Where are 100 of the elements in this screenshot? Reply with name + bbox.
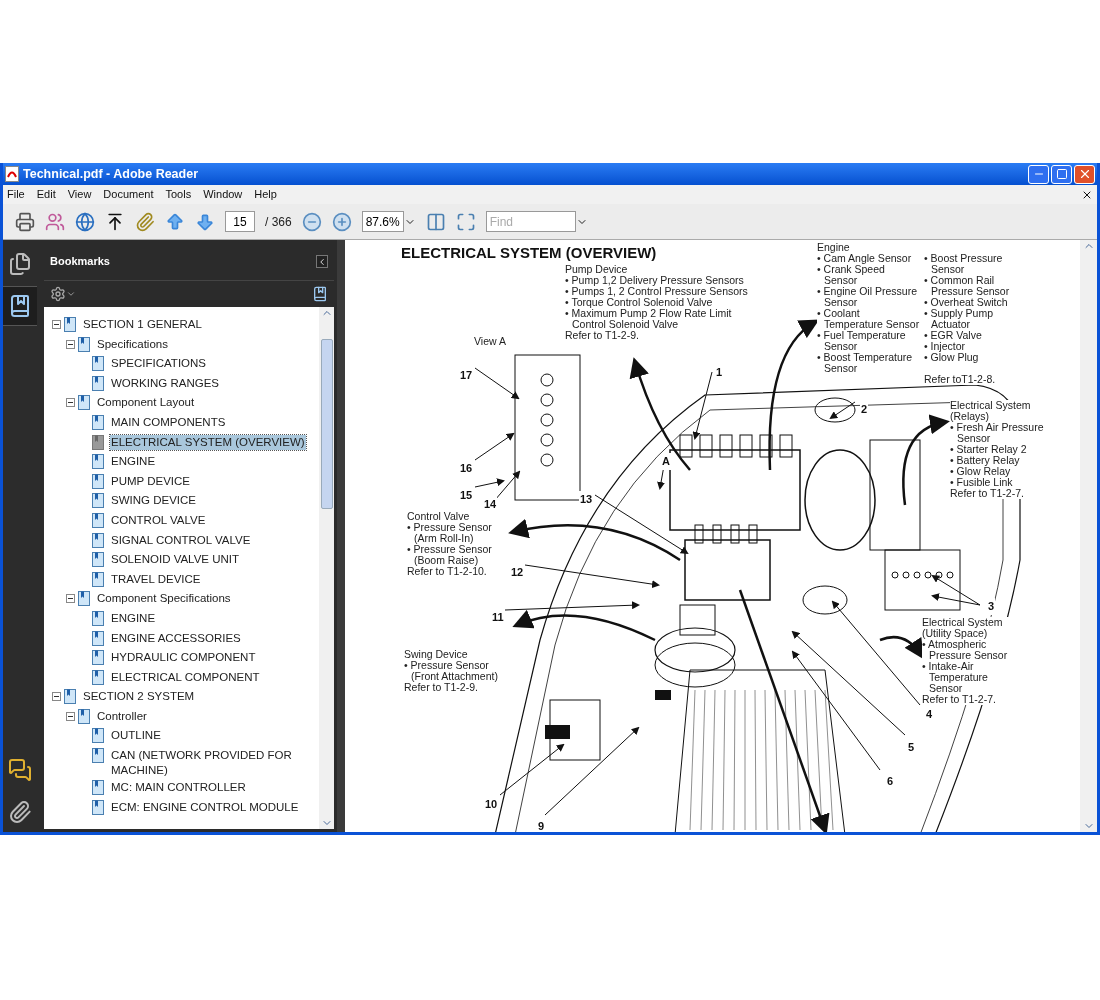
bookmark-icon	[78, 336, 90, 352]
bookmark-item[interactable]: ENGINE	[110, 454, 157, 470]
bookmark-item[interactable]: ENGINE ACCESSORIES	[110, 630, 242, 646]
callout-reference: Refer toT1-2-8.	[924, 374, 997, 385]
callout-bullet: • Overheat Switch	[924, 297, 1009, 308]
window-title: Technical.pdf - Adobe Reader	[23, 165, 199, 183]
bookmark-icon	[92, 552, 104, 568]
bookmark-item[interactable]: SWING DEVICE	[110, 493, 197, 509]
collapse-icon[interactable]	[66, 398, 75, 408]
page-number-field[interactable]: 15	[225, 211, 255, 232]
bookmark-item[interactable]: PUMP DEVICE	[110, 473, 192, 489]
bookmark-item[interactable]: Component Specifications	[96, 591, 232, 607]
callout-bullet: • Pumps 1, 2 Control Pressure Sensors	[565, 286, 749, 297]
bookmark-item[interactable]: Specifications	[96, 336, 169, 352]
callout-reference: Refer to T1-2-7.	[950, 488, 1025, 499]
globe-icon[interactable]	[75, 211, 95, 232]
pages-icon	[8, 252, 32, 276]
paperclip-icon[interactable]	[135, 211, 155, 232]
previous-page-icon[interactable]	[165, 211, 185, 232]
collapse-icon[interactable]	[52, 692, 61, 702]
bookmark-icon	[92, 493, 104, 509]
bookmark-item[interactable]: ELECTRICAL COMPONENT	[110, 669, 261, 685]
bookmark-item[interactable]: ENGINE	[110, 610, 157, 626]
collapse-icon[interactable]	[66, 711, 75, 721]
collapse-icon[interactable]	[66, 594, 75, 604]
callout-title: Engine	[817, 242, 851, 253]
bookmark-item[interactable]: HYDRAULIC COMPONENT	[110, 650, 257, 666]
menu-item[interactable]: Document	[103, 186, 154, 203]
minimize-button[interactable]	[1028, 164, 1049, 184]
callout-bullet: • Atmospheric Pressure Sensor	[922, 639, 1009, 661]
bookmark-item[interactable]: SECTION 1 GENERAL	[82, 317, 203, 332]
callout-reference: Refer to T1-2-9.	[404, 682, 478, 693]
bookmark-item[interactable]: SPECIFICATIONS	[110, 356, 207, 372]
print-icon[interactable]	[15, 211, 35, 232]
callout-bullet: • Fresh Air Pressure Sensor	[950, 422, 1045, 444]
bookmark-icon	[64, 317, 76, 332]
callout-bullet: • Torque Control Solenoid Valve	[565, 297, 713, 308]
callout-reference: Refer to T1-2-10.	[407, 566, 488, 577]
menu-item[interactable]: Edit	[36, 186, 56, 203]
bookmark-icon	[92, 748, 104, 764]
callout-bullet: • Battery Relay	[950, 455, 1021, 466]
bookmark-item[interactable]: OUTLINE	[110, 728, 162, 744]
menu-item[interactable]: Window	[203, 186, 243, 203]
bookmark-icon	[92, 375, 104, 391]
bookmark-icon	[92, 610, 104, 626]
bookmark-icon	[92, 780, 104, 796]
bookmark-item[interactable]: ELECTRICAL SYSTEM (OVERVIEW)	[110, 434, 306, 450]
callout-bullet: • EGR Valve	[924, 330, 983, 341]
zoom-in-icon[interactable]	[331, 211, 352, 232]
bookmark-item[interactable]: Component Layout	[96, 395, 196, 411]
zoom-field[interactable]: 87.6%	[361, 211, 404, 232]
collapse-icon[interactable]	[52, 320, 61, 329]
bookmark-item[interactable]: CAN (NETWORK PROVIDED FOR MACHINE)	[110, 748, 319, 779]
bookmark-item[interactable]: MC: MAIN CONTROLLER	[110, 780, 247, 796]
menu-item[interactable]: File	[7, 186, 25, 203]
bookmark-icon	[92, 669, 104, 685]
menu-item[interactable]: Tools	[165, 186, 192, 203]
options-icon[interactable]	[50, 286, 66, 302]
collapse-icon[interactable]	[66, 339, 75, 349]
bookmark-item[interactable]: ECM: ENGINE CONTROL MODULE	[110, 799, 300, 815]
callout-number: 3	[987, 598, 996, 615]
first-page-icon[interactable]	[105, 211, 125, 232]
bookmark-item[interactable]: WORKING RANGES	[110, 375, 220, 391]
bookmark-icon	[92, 454, 104, 470]
callout-bullet: • Maximum Pump 2 Flow Rate Limit Control Solenoid Valve	[565, 308, 733, 330]
fit-page-icon[interactable]	[455, 211, 476, 232]
bookmark-icon	[78, 395, 90, 411]
bookmark-icon	[92, 571, 104, 587]
find-field[interactable]: Find	[485, 211, 576, 232]
fit-width-icon[interactable]	[425, 211, 446, 232]
dropdown-icon[interactable]	[66, 289, 76, 299]
callout-bullet: • Fusible Link	[950, 477, 1014, 488]
bookmark-item[interactable]: Controller	[96, 708, 148, 724]
nav-tab[interactable]	[3, 286, 37, 326]
new-bookmark-icon[interactable]	[312, 286, 328, 302]
paperclip-icon	[8, 800, 32, 824]
callout-number: A	[661, 453, 671, 470]
collapse-panel-button[interactable]	[316, 255, 328, 268]
panel-title: Bookmarks	[50, 254, 110, 270]
bookmark-icon	[92, 356, 104, 372]
callout-bullet: • Engine Oil Pressure Sensor	[817, 286, 918, 308]
menu-item[interactable]: Help	[254, 186, 277, 203]
callout-bullet: • Cam Angle Sensor	[817, 253, 913, 264]
bookmark-item[interactable]: CONTROL VALVE	[110, 512, 207, 528]
page-total: / 366	[265, 213, 292, 231]
bookmarks-icon	[8, 294, 32, 318]
zoom-out-icon[interactable]	[301, 211, 322, 232]
callout-title: Pump Device	[565, 264, 628, 275]
bookmark-item[interactable]: SIGNAL CONTROL VALVE	[110, 532, 252, 548]
bookmark-item[interactable]: SOLENOID VALVE UNIT	[110, 552, 241, 568]
bookmark-item[interactable]: SECTION 2 SYSTEM	[82, 689, 196, 705]
people-icon[interactable]	[45, 211, 65, 232]
bookmark-item[interactable]: MAIN COMPONENTS	[110, 414, 227, 430]
callout-bullet: • Fuel Temperature Sensor	[817, 330, 907, 352]
close-button[interactable]	[1074, 164, 1095, 184]
bookmark-item[interactable]: TRAVEL DEVICE	[110, 571, 202, 587]
callout-bullet: • Starter Relay 2	[950, 444, 1028, 455]
menu-item[interactable]: View	[67, 186, 92, 203]
callout-bullet: • Pressure Sensor (Front Attachment)	[404, 660, 499, 682]
maximize-button[interactable]	[1051, 164, 1072, 184]
